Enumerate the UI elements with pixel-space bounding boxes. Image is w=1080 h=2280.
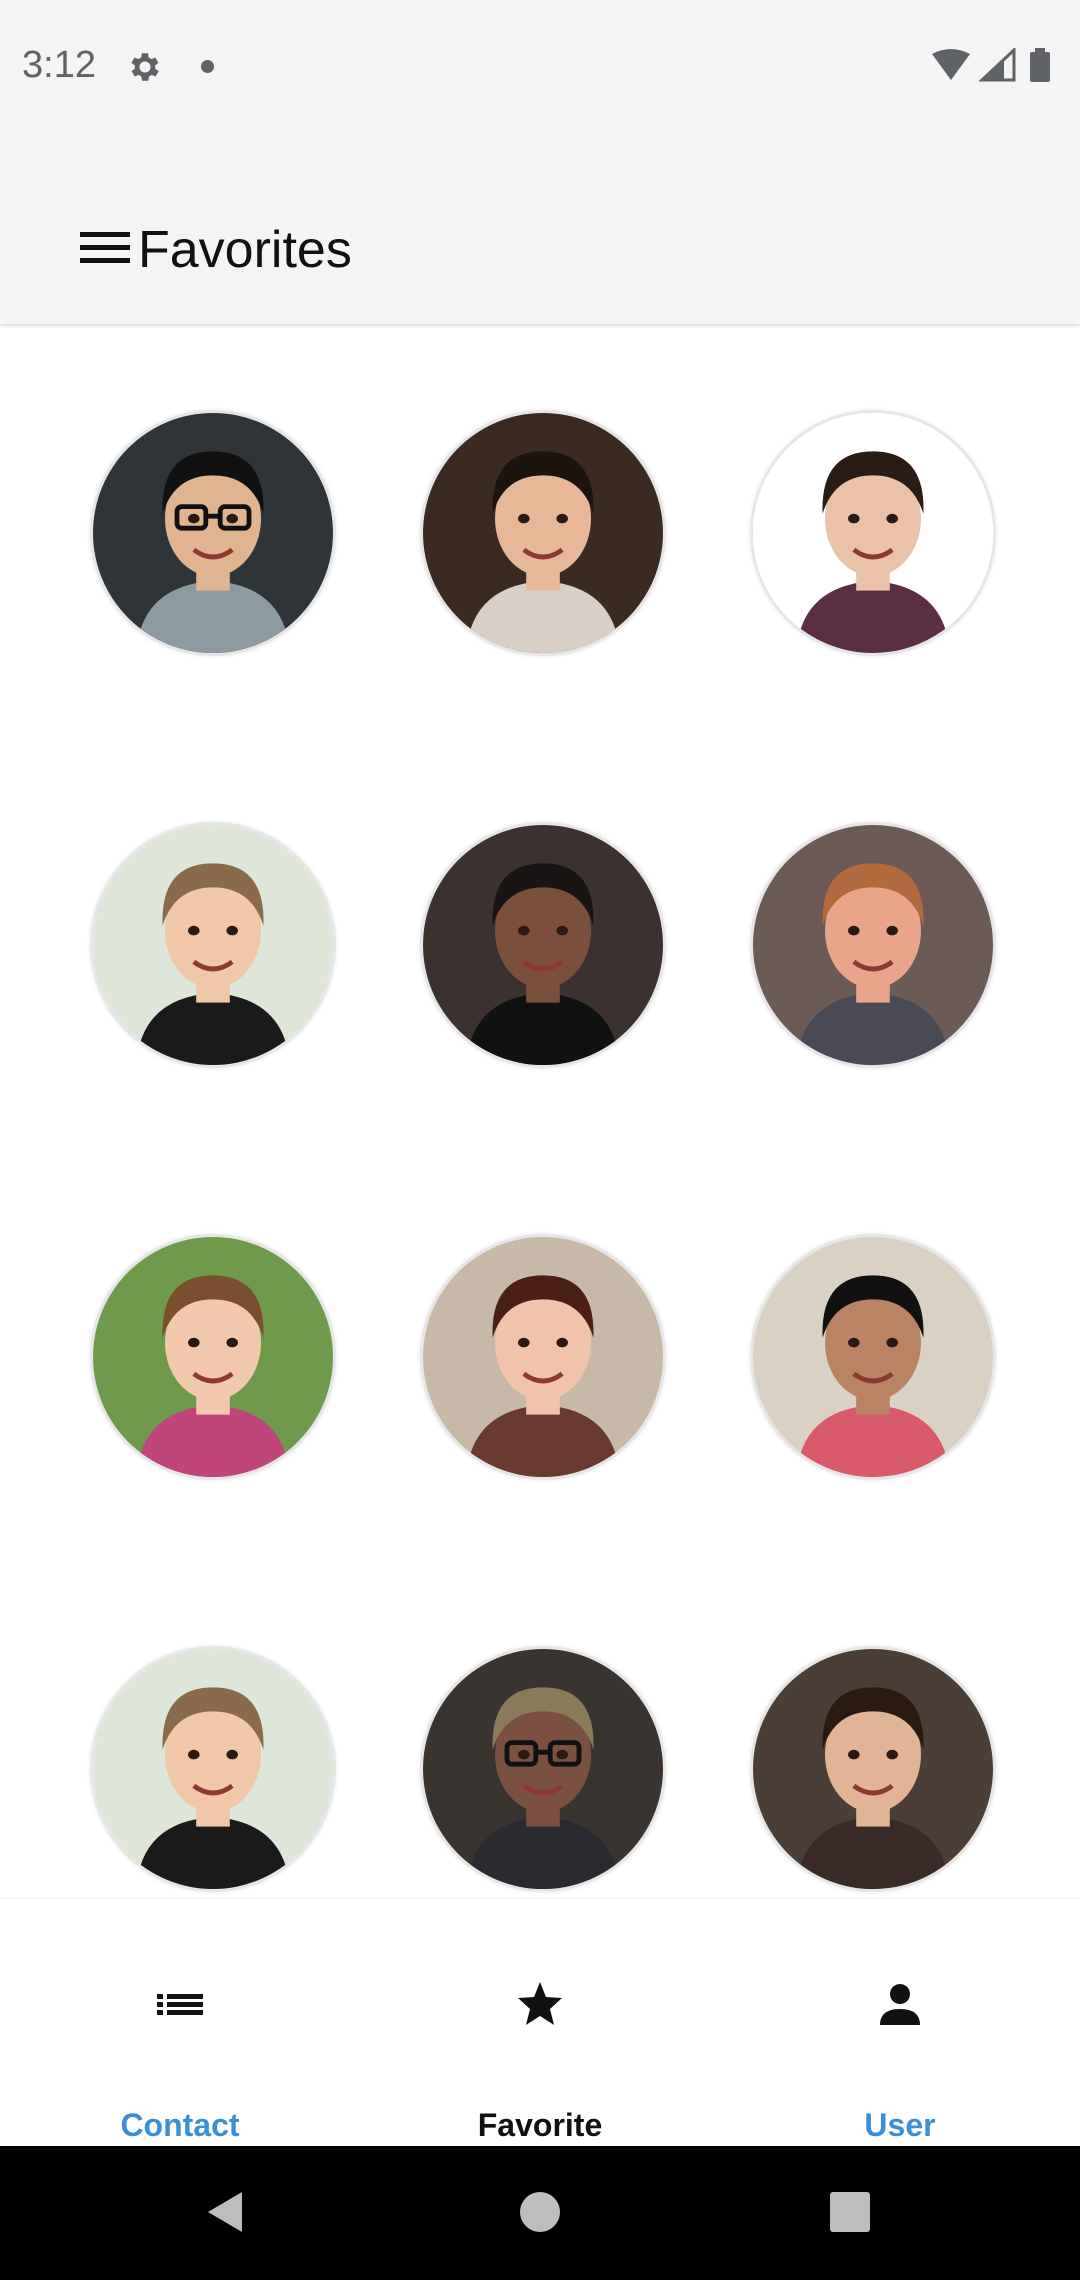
favorite-contact-avatar[interactable]	[90, 1646, 336, 1892]
status-bar: 3:12	[0, 0, 1080, 132]
cell-signal-icon	[978, 48, 1016, 82]
favorite-contact-avatar[interactable]	[420, 1646, 666, 1892]
favorite-contact-avatar[interactable]	[750, 1646, 996, 1892]
recents-icon[interactable]	[820, 2182, 880, 2242]
hamburger-menu-icon[interactable]	[80, 228, 130, 268]
favorite-contact-avatar[interactable]	[420, 822, 666, 1068]
favorite-contact-avatar[interactable]	[420, 1234, 666, 1480]
nav-label-contact: Contact	[120, 2107, 240, 2143]
page-title: Favorites	[138, 221, 352, 279]
avatar-photo	[93, 1649, 333, 1889]
avatar-photo	[753, 1649, 993, 1889]
app-bar: Favorites	[0, 132, 1080, 324]
back-icon[interactable]	[196, 2182, 256, 2242]
nav-item-contact[interactable]: Contact	[0, 1899, 360, 2147]
status-time: 3:12	[22, 44, 96, 86]
favorite-contact-avatar[interactable]	[90, 822, 336, 1068]
nav-item-user[interactable]: User	[720, 1899, 1080, 2147]
system-status-icons	[932, 48, 1050, 82]
system-navigation-bar	[0, 2146, 1080, 2280]
nav-label-favorite: Favorite	[477, 2107, 603, 2143]
favorites-grid	[0, 326, 1080, 1898]
avatar-photo	[93, 413, 333, 653]
avatar-photo	[93, 1237, 333, 1477]
home-icon[interactable]	[510, 2182, 570, 2242]
list-icon	[157, 1994, 203, 2015]
gear-icon	[131, 53, 159, 81]
favorite-contact-avatar[interactable]	[750, 822, 996, 1068]
favorite-contact-avatar[interactable]	[750, 410, 996, 656]
nav-label-user: User	[864, 2107, 936, 2143]
avatar-photo	[423, 413, 663, 653]
notification-dot-icon	[201, 60, 214, 73]
favorite-contact-avatar[interactable]	[420, 410, 666, 656]
avatar-photo	[753, 825, 993, 1065]
person-icon	[880, 1984, 920, 2025]
star-icon	[518, 1982, 562, 2025]
avatar-photo	[753, 413, 993, 653]
wifi-icon	[932, 49, 970, 80]
avatar-photo	[423, 1649, 663, 1889]
avatar-photo	[93, 825, 333, 1065]
favorite-contact-avatar[interactable]	[90, 1234, 336, 1480]
avatar-photo	[753, 1237, 993, 1477]
nav-item-favorite[interactable]: Favorite	[360, 1899, 720, 2147]
favorite-contact-avatar[interactable]	[750, 1234, 996, 1480]
bottom-navigation: Contact Favorite User	[0, 1898, 1080, 2147]
avatar-photo	[423, 1237, 663, 1477]
favorite-contact-avatar[interactable]	[90, 410, 336, 656]
battery-icon	[1030, 48, 1050, 82]
avatar-photo	[423, 825, 663, 1065]
